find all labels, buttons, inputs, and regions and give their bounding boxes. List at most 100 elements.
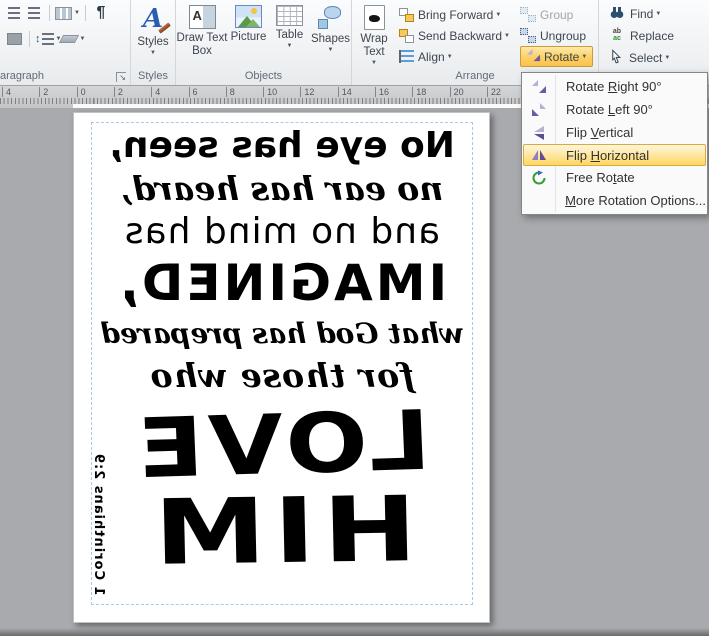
increase-indent-button[interactable] xyxy=(24,3,44,23)
poster-line: LOVE xyxy=(132,403,433,490)
line-spacing-button[interactable]: ↕▼ xyxy=(35,29,61,49)
shapes-button[interactable]: Shapes ▼ xyxy=(310,0,351,68)
menu-item-rotate-left-90[interactable]: Rotate Left 90° xyxy=(523,98,706,121)
line-spacing-arrows-icon: ↕ xyxy=(35,33,41,45)
dropdown-caret-icon: ▼ xyxy=(655,11,661,17)
wrap-text-button[interactable]: Wrap Text ▼ xyxy=(357,3,391,68)
align-button[interactable]: Align ▼ xyxy=(399,46,510,67)
find-icon xyxy=(609,4,625,23)
menu-icon-placeholder xyxy=(531,193,546,209)
bring-forward-icon xyxy=(399,8,414,22)
dropdown-caret-icon: ▼ xyxy=(447,54,453,60)
dropdown-caret-icon: ▼ xyxy=(495,12,501,18)
borders-button[interactable]: ▼ xyxy=(61,29,85,49)
objects-group-label: Objects xyxy=(245,69,282,84)
select-button[interactable]: Select ▼ xyxy=(609,47,709,68)
separator xyxy=(29,31,30,47)
free-rotate-icon xyxy=(531,170,547,186)
ruler-number: 12 xyxy=(300,87,314,97)
dropdown-caret-icon: ▼ xyxy=(328,47,334,53)
verse-reference: 1 Corinthians 2:9 xyxy=(92,453,105,596)
table-button[interactable]: Table ▼ xyxy=(269,0,310,68)
dropdown-caret-icon: ▼ xyxy=(150,50,156,56)
document-page[interactable]: No eye has seen, no ear has heard, and n… xyxy=(73,112,490,623)
arrange-group-label: Arrange xyxy=(455,69,494,84)
sun-icon xyxy=(251,8,257,14)
poster-line: no ear has heard, xyxy=(121,170,444,208)
menu-item-label: Rotate Right 90° xyxy=(566,79,662,94)
table-label: Table xyxy=(276,29,304,42)
ruler-number: 6 xyxy=(189,87,198,97)
flip-horizontal-icon xyxy=(531,147,547,163)
send-backward-button[interactable]: Send Backward ▼ xyxy=(399,25,510,46)
dropdown-caret-icon: ▼ xyxy=(581,54,587,60)
ruler-number: 8 xyxy=(226,87,235,97)
ungroup-icon xyxy=(520,28,536,43)
paragraph-dialog-launcher[interactable]: ↘ xyxy=(116,72,126,82)
shading-button[interactable] xyxy=(4,29,24,49)
menu-item-more-rotation-options[interactable]: More Rotation Options... xyxy=(523,189,706,212)
menu-item-label: Rotate Left 90° xyxy=(566,102,653,117)
ruler-number: 0 xyxy=(77,87,86,97)
draw-text-box-button[interactable]: A Draw Text Box xyxy=(176,0,228,68)
poster-line: and no mind has xyxy=(124,212,440,252)
ungroup-button[interactable]: Ungroup xyxy=(520,25,593,46)
rotate-left-icon xyxy=(531,102,547,118)
rotate-right-icon xyxy=(531,79,547,95)
replace-button[interactable]: abac Replace xyxy=(609,25,709,46)
picture-label: Picture xyxy=(231,31,267,44)
paragraph-group-label: aragraph xyxy=(0,69,44,84)
ruler-number: 2 xyxy=(114,87,123,97)
columns-button[interactable]: ▼ xyxy=(55,3,80,23)
dropdown-caret-icon: ▼ xyxy=(74,10,80,16)
ribbon-group-paragraph: ▼ ¶ ↕▼ ▼ aragraph ↘ xyxy=(0,0,131,85)
decrease-indent-button[interactable] xyxy=(4,3,24,23)
selected-text-box[interactable]: No eye has seen, no ear has heard, and n… xyxy=(91,122,473,605)
cylinder-icon xyxy=(324,6,341,19)
dropdown-caret-icon: ▼ xyxy=(371,60,377,66)
bring-forward-label: Bring Forward xyxy=(418,8,493,22)
dropdown-caret-icon: ▼ xyxy=(504,33,510,39)
styles-button[interactable]: A Styles ▼ xyxy=(131,0,175,68)
menu-item-flip-horizontal[interactable]: Flip Horizontal xyxy=(523,144,706,166)
poster-line: No eye has seen, xyxy=(109,126,455,166)
align-icon xyxy=(399,50,414,63)
poster-line: IMAGINED, xyxy=(117,257,447,310)
find-button[interactable]: Find ▼ xyxy=(609,3,709,24)
dropdown-caret-icon: ▼ xyxy=(79,36,85,42)
replace-top-text: ab xyxy=(613,28,621,35)
table-icon xyxy=(276,5,303,26)
flip-vertical-icon xyxy=(531,125,547,141)
rotate-button[interactable]: Rotate ▼ xyxy=(520,46,593,67)
send-backward-icon xyxy=(399,29,414,43)
ruler-number: 2 xyxy=(39,87,48,97)
ruler-number: 16 xyxy=(375,87,389,97)
ribbon-group-objects: A Draw Text Box Picture Table ▼ Shapes ▼ xyxy=(176,0,352,85)
replace-bottom-text: ac xyxy=(613,35,621,42)
select-label: Select xyxy=(629,51,662,65)
dropdown-caret-icon: ▼ xyxy=(287,43,293,49)
picture-button[interactable]: Picture xyxy=(228,0,269,68)
picture-icon xyxy=(235,5,262,28)
select-icon xyxy=(609,49,624,67)
mountain-icon xyxy=(246,19,260,27)
menu-item-flip-vertical[interactable]: Flip Vertical xyxy=(523,121,706,144)
menu-item-label: Flip Vertical xyxy=(566,125,633,140)
line-spacing-lines-icon xyxy=(42,33,54,46)
group-icon xyxy=(520,7,536,22)
menu-item-rotate-right-90[interactable]: Rotate Right 90° xyxy=(523,75,706,98)
show-paragraph-marks-button[interactable]: ¶ xyxy=(91,3,111,23)
separator xyxy=(49,5,50,21)
draw-text-box-icon: A xyxy=(189,5,216,29)
menu-item-label: Flip Horizontal xyxy=(566,148,649,163)
ruler-number: 20 xyxy=(450,87,464,97)
decrease-indent-icon xyxy=(8,7,20,20)
poster-line: for those who xyxy=(150,357,415,395)
dropdown-caret-icon: ▼ xyxy=(664,55,670,61)
replace-label: Replace xyxy=(630,29,674,43)
bottom-shade xyxy=(0,628,709,636)
bring-forward-button[interactable]: Bring Forward ▼ xyxy=(399,4,510,25)
menu-item-free-rotate[interactable]: Free Rotate xyxy=(523,166,706,189)
pilcrow-icon: ¶ xyxy=(97,5,106,21)
ruler-number: 4 xyxy=(2,87,11,97)
